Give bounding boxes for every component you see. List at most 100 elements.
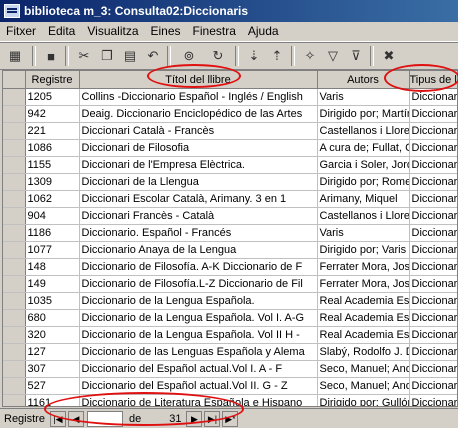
cell-registre[interactable]: 221 <box>25 122 80 140</box>
cell-autors[interactable]: Varis <box>317 224 410 242</box>
row-selector[interactable] <box>3 275 26 293</box>
cell-registre[interactable]: 127 <box>25 343 80 361</box>
row-selector[interactable] <box>3 258 26 276</box>
undo-icon[interactable]: ↶ <box>142 45 164 67</box>
cell-tipus[interactable]: Diccionari <box>409 343 457 361</box>
sort-descending-icon[interactable]: ⇡ <box>266 45 288 67</box>
cell-registre[interactable]: 1309 <box>25 173 80 191</box>
cell-titol[interactable]: Diccionario del Español actual.Vol I. A … <box>79 360 318 378</box>
table-row[interactable]: 148 Diccionario de Filosofía. A-K Diccion… <box>3 258 457 276</box>
row-selector[interactable] <box>3 122 26 140</box>
datasheet-grid[interactable]: Registre Títol del llibre Autors Tipus d… <box>2 70 458 407</box>
first-record-button[interactable]: |◀ <box>49 410 66 427</box>
cell-registre[interactable]: 1161 <box>25 394 80 406</box>
table-row[interactable]: 1035 Diccionario de la Lengua Española. Re… <box>3 292 457 310</box>
row-selector[interactable] <box>3 394 26 406</box>
apply-filter-icon[interactable]: ⊽ <box>345 45 367 67</box>
new-record-button[interactable]: ▶* <box>222 410 239 427</box>
cell-registre[interactable]: 1205 <box>25 88 80 106</box>
cell-autors[interactable]: Real Academia Esp <box>317 326 410 344</box>
cell-tipus[interactable]: Diccionari <box>409 88 457 106</box>
column-header-titol[interactable]: Títol del llibre <box>79 71 318 89</box>
cell-tipus[interactable]: Diccionari <box>409 241 457 259</box>
current-record-field[interactable] <box>86 410 123 427</box>
menu-finestra[interactable]: Finestra <box>187 22 242 41</box>
cell-tipus[interactable]: Diccionari <box>409 360 457 378</box>
table-row[interactable]: 1309 Diccionari de la Llengua Dirigido por… <box>3 173 457 191</box>
cell-titol[interactable]: Diccionario Anaya de la Lengua <box>79 241 318 259</box>
cell-autors[interactable]: Real Academia Esp <box>317 309 410 327</box>
cell-titol[interactable]: Diccionario de la Lengua Española. <box>79 292 318 310</box>
cell-autors[interactable]: Seco, Manuel; And <box>317 360 410 378</box>
table-row[interactable]: 942 Deaig. Diccionario Enciclopédico de l… <box>3 105 457 123</box>
cell-registre[interactable]: 904 <box>25 207 80 225</box>
cell-titol[interactable]: Diccionari Escolar Català, Arimany. 3 en… <box>79 190 318 208</box>
cell-titol[interactable]: Diccionario de la Lengua Española. Vol I… <box>79 309 318 327</box>
cell-registre[interactable]: 148 <box>25 258 80 276</box>
table-row[interactable]: 1186 Diccionario. Español - Francés Varis D… <box>3 224 457 242</box>
cell-registre[interactable]: 307 <box>25 360 80 378</box>
cell-registre[interactable]: 1186 <box>25 224 80 242</box>
binoculars-icon[interactable]: ⊚ <box>175 45 203 67</box>
cell-tipus[interactable]: Diccionari <box>409 156 457 174</box>
row-selector[interactable] <box>3 224 26 242</box>
cell-tipus[interactable]: Diccionari <box>409 207 457 225</box>
cell-autors[interactable]: Castellanos i Llorer <box>317 207 410 225</box>
cell-autors[interactable]: Seco, Manuel; And <box>317 377 410 395</box>
cell-tipus[interactable]: Diccionari <box>409 139 457 157</box>
cell-tipus[interactable]: Diccionari <box>409 224 457 242</box>
cell-tipus[interactable]: Diccionari <box>409 105 457 123</box>
row-selector[interactable] <box>3 377 26 395</box>
cell-autors[interactable]: Dirigido por; Martín <box>317 105 410 123</box>
cell-autors[interactable]: Arimany, Miquel <box>317 190 410 208</box>
row-selector[interactable] <box>3 207 26 225</box>
paste-icon[interactable]: ▤ <box>119 45 141 67</box>
row-selector[interactable] <box>3 292 26 310</box>
cell-titol[interactable]: Diccionari de l'Empresa Elèctrica. <box>79 156 318 174</box>
cell-registre[interactable]: 1155 <box>25 156 80 174</box>
column-header-registre[interactable]: Registre <box>25 71 80 89</box>
cell-tipus[interactable]: Diccionari <box>409 122 457 140</box>
cell-tipus[interactable]: Diccionari <box>409 377 457 395</box>
cell-tipus[interactable]: Diccionari <box>409 190 457 208</box>
cell-titol[interactable]: Diccionario de Filosofía.L-Z Diccionario… <box>79 275 318 293</box>
cell-titol[interactable]: Diccionari Català - Francès <box>79 122 318 140</box>
cell-autors[interactable]: A cura de; Fullat, C <box>317 139 410 157</box>
menu-eines[interactable]: Eines <box>145 22 187 41</box>
cell-autors[interactable]: Dirigido por; Varis <box>317 241 410 259</box>
menu-visualitza[interactable]: Visualitza <box>81 22 144 41</box>
column-header-autors[interactable]: Autors <box>317 71 410 89</box>
cell-autors[interactable]: Castellanos i Llorer <box>317 122 410 140</box>
cell-autors[interactable]: Varis <box>317 88 410 106</box>
cell-titol[interactable]: Diccionario de la Lengua Española. Vol I… <box>79 326 318 344</box>
row-selector[interactable] <box>3 139 26 157</box>
cell-registre[interactable]: 680 <box>25 309 80 327</box>
table-row[interactable]: 527 Diccionario del Español actual.Vol II… <box>3 377 457 395</box>
table-row[interactable]: 127 Diccionario de las Lenguas Española y… <box>3 343 457 361</box>
column-header-tipus[interactable]: Tipus de llibre <box>409 71 457 89</box>
copy-icon[interactable]: ❐ <box>96 45 118 67</box>
row-selector[interactable] <box>3 105 26 123</box>
cell-autors[interactable]: Ferrater Mora, Jos <box>317 275 410 293</box>
cell-titol[interactable]: Diccionario de Literatura Española e His… <box>79 394 318 406</box>
cell-titol[interactable]: Diccionari Francès - Català <box>79 207 318 225</box>
filter-icon[interactable]: ▽ <box>322 45 344 67</box>
cell-titol[interactable]: Deaig. Diccionario Enciclopédico de las … <box>79 105 318 123</box>
cell-titol[interactable]: Diccionari de la Llengua <box>79 173 318 191</box>
menu-fitxer[interactable]: Fitxer <box>0 22 42 41</box>
sort-ascending-icon[interactable]: ⇣ <box>243 45 265 67</box>
cell-tipus[interactable]: Diccionari <box>409 292 457 310</box>
cell-tipus[interactable]: Diccionari <box>409 326 457 344</box>
cell-titol[interactable]: Diccionari de Filosofia <box>79 139 318 157</box>
table-row[interactable]: 1086 Diccionari de Filosofia A cura de; Fu… <box>3 139 457 157</box>
table-row[interactable]: 1062 Diccionari Escolar Català, Arimany. … <box>3 190 457 208</box>
select-all-corner[interactable] <box>3 71 26 89</box>
save-icon[interactable]: ■ <box>40 45 62 67</box>
refresh-icon[interactable]: ↻ <box>204 45 232 67</box>
next-record-button[interactable]: ▶ <box>186 410 203 427</box>
cell-titol[interactable]: Diccionario. Español - Francés <box>79 224 318 242</box>
cell-tipus[interactable]: Diccionari <box>409 173 457 191</box>
cell-registre[interactable]: 1086 <box>25 139 80 157</box>
table-row[interactable]: 149 Diccionario de Filosofía.L-Z Dicciona… <box>3 275 457 293</box>
cell-registre[interactable]: 1035 <box>25 292 80 310</box>
